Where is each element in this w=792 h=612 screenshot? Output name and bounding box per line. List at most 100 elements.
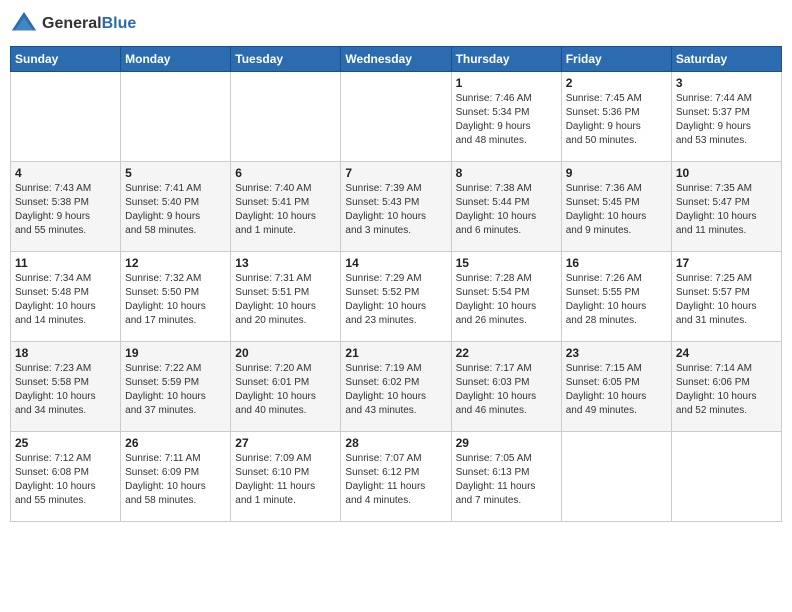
day-info: Sunrise: 7:39 AM Sunset: 5:43 PM Dayligh… <box>345 182 446 238</box>
day-number: 18 <box>15 346 116 360</box>
day-number: 7 <box>345 166 446 180</box>
day-cell: 29Sunrise: 7:05 AM Sunset: 6:13 PM Dayli… <box>451 432 561 522</box>
week-row-4: 18 Sunrise: 7:23 AM Sunset: 5:58 PM Dayli… <box>11 342 782 432</box>
day-cell <box>671 432 781 522</box>
day-cell: 16 Sunrise: 7:26 AM Sunset: 5:55 PM Dayli… <box>561 252 671 342</box>
header-monday: Monday <box>121 47 231 72</box>
day-cell <box>561 432 671 522</box>
day-number: 11 <box>15 256 116 270</box>
day-number: 4 <box>15 166 116 180</box>
week-row-2: 4 Sunrise: 7:43 AM Sunset: 5:38 PM Daylig… <box>11 162 782 252</box>
logo-text: GeneralBlue <box>42 15 136 33</box>
day-cell: 4 Sunrise: 7:43 AM Sunset: 5:38 PM Daylig… <box>11 162 121 252</box>
day-info: Sunrise: 7:29 AM Sunset: 5:52 PM Dayligh… <box>345 272 446 328</box>
day-number: 26 <box>125 436 226 450</box>
day-cell: 15 Sunrise: 7:28 AM Sunset: 5:54 PM Dayli… <box>451 252 561 342</box>
day-info: Sunrise: 7:15 AM Sunset: 6:05 PM Dayligh… <box>566 362 667 418</box>
day-info: Sunrise: 7:43 AM Sunset: 5:38 PM Dayligh… <box>15 182 116 238</box>
day-info: Sunrise: 7:07 AM Sunset: 6:12 PM Dayligh… <box>345 452 446 508</box>
day-number: 19 <box>125 346 226 360</box>
day-info: Sunrise: 7:38 AM Sunset: 5:44 PM Dayligh… <box>456 182 557 238</box>
day-cell <box>121 72 231 162</box>
day-number: 16 <box>566 256 667 270</box>
day-number: 6 <box>235 166 336 180</box>
calendar-table: SundayMondayTuesdayWednesdayThursdayFrid… <box>10 46 782 522</box>
day-info: Sunrise: 7:32 AM Sunset: 5:50 PM Dayligh… <box>125 272 226 328</box>
day-cell: 19 Sunrise: 7:22 AM Sunset: 5:59 PM Dayli… <box>121 342 231 432</box>
day-info: Sunrise: 7:44 AM Sunset: 5:37 PM Dayligh… <box>676 92 777 148</box>
day-number: 25 <box>15 436 116 450</box>
day-cell: 2 Sunrise: 7:45 AM Sunset: 5:36 PM Daylig… <box>561 72 671 162</box>
day-number: 14 <box>345 256 446 270</box>
day-info: Sunrise: 7:34 AM Sunset: 5:48 PM Dayligh… <box>15 272 116 328</box>
day-info: Sunrise: 7:19 AM Sunset: 6:02 PM Dayligh… <box>345 362 446 418</box>
header-wednesday: Wednesday <box>341 47 451 72</box>
day-cell: 13 Sunrise: 7:31 AM Sunset: 5:51 PM Dayli… <box>231 252 341 342</box>
day-number: 3 <box>676 76 777 90</box>
week-row-5: 25 Sunrise: 7:12 AM Sunset: 6:08 PM Dayli… <box>11 432 782 522</box>
calendar-header-row: SundayMondayTuesdayWednesdayThursdayFrid… <box>11 47 782 72</box>
day-cell: 22 Sunrise: 7:17 AM Sunset: 6:03 PM Dayli… <box>451 342 561 432</box>
day-info: Sunrise: 7:31 AM Sunset: 5:51 PM Dayligh… <box>235 272 336 328</box>
day-cell: 28 Sunrise: 7:07 AM Sunset: 6:12 PM Dayli… <box>341 432 451 522</box>
day-info: Sunrise: 7:11 AM Sunset: 6:09 PM Dayligh… <box>125 452 226 508</box>
day-info: Sunrise: 7:20 AM Sunset: 6:01 PM Dayligh… <box>235 362 336 418</box>
day-info: Sunrise: 7:46 AM Sunset: 5:34 PM Dayligh… <box>456 92 557 148</box>
day-cell: 6 Sunrise: 7:40 AM Sunset: 5:41 PM Daylig… <box>231 162 341 252</box>
day-cell: 10 Sunrise: 7:35 AM Sunset: 5:47 PM Dayli… <box>671 162 781 252</box>
day-info: Sunrise: 7:41 AM Sunset: 5:40 PM Dayligh… <box>125 182 226 238</box>
day-info: Sunrise: 7:14 AM Sunset: 6:06 PM Dayligh… <box>676 362 777 418</box>
day-number: 29 <box>456 436 557 450</box>
day-cell: 5 Sunrise: 7:41 AM Sunset: 5:40 PM Daylig… <box>121 162 231 252</box>
day-info: Sunrise: 7:36 AM Sunset: 5:45 PM Dayligh… <box>566 182 667 238</box>
day-cell: 12 Sunrise: 7:32 AM Sunset: 5:50 PM Dayli… <box>121 252 231 342</box>
day-info: Sunrise: 7:23 AM Sunset: 5:58 PM Dayligh… <box>15 362 116 418</box>
day-number: 21 <box>345 346 446 360</box>
logo: GeneralBlue <box>10 10 136 38</box>
day-info: Sunrise: 7:28 AM Sunset: 5:54 PM Dayligh… <box>456 272 557 328</box>
day-number: 13 <box>235 256 336 270</box>
day-cell: 21 Sunrise: 7:19 AM Sunset: 6:02 PM Dayli… <box>341 342 451 432</box>
day-number: 27 <box>235 436 336 450</box>
day-number: 9 <box>566 166 667 180</box>
day-number: 8 <box>456 166 557 180</box>
header-sunday: Sunday <box>11 47 121 72</box>
day-cell <box>231 72 341 162</box>
day-cell <box>341 72 451 162</box>
day-info: Sunrise: 7:09 AM Sunset: 6:10 PM Dayligh… <box>235 452 336 508</box>
day-cell: 26 Sunrise: 7:11 AM Sunset: 6:09 PM Dayli… <box>121 432 231 522</box>
day-number: 15 <box>456 256 557 270</box>
day-info: Sunrise: 7:12 AM Sunset: 6:08 PM Dayligh… <box>15 452 116 508</box>
day-number: 22 <box>456 346 557 360</box>
day-cell: 24Sunrise: 7:14 AM Sunset: 6:06 PM Dayli… <box>671 342 781 432</box>
day-cell: 25 Sunrise: 7:12 AM Sunset: 6:08 PM Dayli… <box>11 432 121 522</box>
day-number: 2 <box>566 76 667 90</box>
day-cell: 18 Sunrise: 7:23 AM Sunset: 5:58 PM Dayli… <box>11 342 121 432</box>
day-cell: 14 Sunrise: 7:29 AM Sunset: 5:52 PM Dayli… <box>341 252 451 342</box>
header-friday: Friday <box>561 47 671 72</box>
day-cell: 20 Sunrise: 7:20 AM Sunset: 6:01 PM Dayli… <box>231 342 341 432</box>
day-cell <box>11 72 121 162</box>
day-info: Sunrise: 7:40 AM Sunset: 5:41 PM Dayligh… <box>235 182 336 238</box>
day-cell: 23 Sunrise: 7:15 AM Sunset: 6:05 PM Dayli… <box>561 342 671 432</box>
day-cell: 7 Sunrise: 7:39 AM Sunset: 5:43 PM Daylig… <box>341 162 451 252</box>
header-saturday: Saturday <box>671 47 781 72</box>
day-number: 28 <box>345 436 446 450</box>
day-info: Sunrise: 7:45 AM Sunset: 5:36 PM Dayligh… <box>566 92 667 148</box>
header-thursday: Thursday <box>451 47 561 72</box>
week-row-3: 11 Sunrise: 7:34 AM Sunset: 5:48 PM Dayli… <box>11 252 782 342</box>
day-cell: 11 Sunrise: 7:34 AM Sunset: 5:48 PM Dayli… <box>11 252 121 342</box>
day-cell: 8 Sunrise: 7:38 AM Sunset: 5:44 PM Daylig… <box>451 162 561 252</box>
day-info: Sunrise: 7:22 AM Sunset: 5:59 PM Dayligh… <box>125 362 226 418</box>
day-info: Sunrise: 7:17 AM Sunset: 6:03 PM Dayligh… <box>456 362 557 418</box>
day-number: 20 <box>235 346 336 360</box>
day-cell: 1Sunrise: 7:46 AM Sunset: 5:34 PM Daylig… <box>451 72 561 162</box>
day-number: 5 <box>125 166 226 180</box>
day-number: 23 <box>566 346 667 360</box>
day-number: 10 <box>676 166 777 180</box>
day-info: Sunrise: 7:26 AM Sunset: 5:55 PM Dayligh… <box>566 272 667 328</box>
week-row-1: 1Sunrise: 7:46 AM Sunset: 5:34 PM Daylig… <box>11 72 782 162</box>
page-header: GeneralBlue <box>10 10 782 38</box>
day-info: Sunrise: 7:35 AM Sunset: 5:47 PM Dayligh… <box>676 182 777 238</box>
day-number: 12 <box>125 256 226 270</box>
